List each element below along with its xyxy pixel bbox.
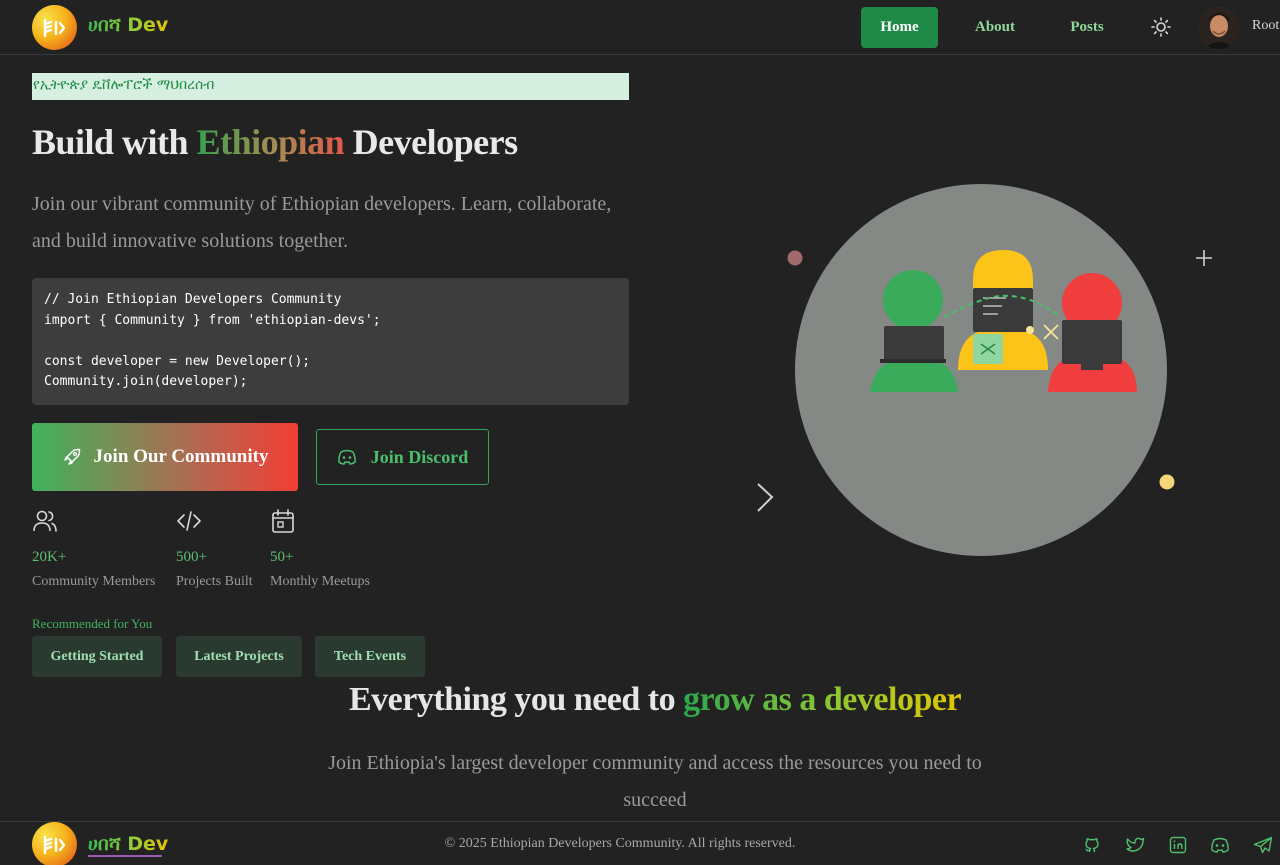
brand-underline (88, 855, 162, 857)
github-link[interactable] (1081, 834, 1103, 856)
node-dot (1026, 326, 1034, 334)
github-icon (1085, 838, 1099, 853)
brand-name[interactable]: ሀበሻ Dev (88, 14, 168, 36)
hero-tagline: የኢትዮጵያ ዴቨሎፐሮች ማህበረሰብ (32, 73, 629, 100)
footer-copyright: © 2025 Ethiopian Developers Community. A… (444, 836, 796, 851)
hero-title-prefix: Build with (32, 122, 197, 162)
logo-icon[interactable] (32, 5, 77, 50)
hero-title-suffix: Developers (344, 122, 518, 162)
features-title-prefix: Everything you need to (348, 681, 684, 718)
top-navbar: ሀበሻ Dev Home About Posts Root (0, 0, 1280, 55)
join-discord-label: Join Discord (370, 446, 469, 467)
discord-icon (1211, 837, 1229, 853)
stat-label: Community Members (32, 574, 156, 589)
linkedin-icon (1169, 836, 1187, 854)
calendar-icon (272, 509, 294, 533)
recommended-getting-started[interactable]: Getting Started (32, 636, 162, 677)
twitter-link[interactable] (1124, 834, 1146, 856)
discord-link[interactable] (1209, 834, 1231, 856)
chevron-right-icon (757, 483, 774, 512)
hero-subtitle: Join our vibrant community of Ethiopian … (32, 193, 612, 252)
sun-icon (1151, 17, 1171, 37)
join-community-label: Join Our Community (93, 446, 269, 467)
stat-members: 20K+ Community Members (32, 508, 155, 589)
stat-value: 20K+ (32, 549, 67, 565)
features-title-highlight: grow as a developer (683, 681, 962, 718)
decor-dot-red (787, 250, 803, 266)
linkedin-link[interactable] (1167, 834, 1189, 856)
stat-value: 50+ (270, 549, 294, 565)
code-line: Community.join(developer); (44, 374, 248, 390)
user-name[interactable]: Root (1252, 18, 1279, 34)
telegram-link[interactable] (1252, 834, 1274, 856)
recommended-latest-projects[interactable]: Latest Projects (176, 636, 302, 677)
code-brackets-icon (43, 18, 65, 37)
join-community-button[interactable]: Join Our Community (32, 423, 298, 491)
code-snippet: // Join Ethiopian Developers Community i… (32, 278, 629, 405)
recommended-tech-events[interactable]: Tech Events (315, 636, 425, 677)
twitter-icon (1126, 837, 1145, 852)
plus-icon (1196, 250, 1212, 266)
hero-title-highlight: Ethiopian (196, 122, 345, 162)
stat-projects: 500+ Projects Built (176, 508, 253, 589)
decor-dot-yellow (1159, 474, 1175, 490)
code-line: // Join Ethiopian Developers Community (44, 292, 342, 307)
theme-toggle-button[interactable] (1148, 14, 1174, 40)
code-icon (177, 511, 201, 531)
footer: ሀበሻ Dev © 2025 Ethiopian Developers Comm… (0, 821, 1280, 865)
stat-label: Monthly Meetups (270, 574, 370, 589)
features-subtitle: Join Ethiopia's largest developer commun… (328, 752, 982, 811)
avatar[interactable] (1198, 7, 1240, 49)
developers-illustration (757, 184, 1212, 556)
hero-title: Build with Ethiopian Developers (32, 121, 518, 163)
stat-value: 500+ (176, 549, 207, 565)
stat-meetups: 50+ Monthly Meetups (270, 508, 370, 589)
features-title: Everything you need to grow as a develop… (0, 681, 1280, 719)
recommended-label: Recommended for You (32, 616, 153, 631)
discord-icon (337, 449, 356, 465)
user-photo (1198, 7, 1240, 49)
users-icon (33, 510, 57, 532)
stat-label: Projects Built (176, 574, 253, 589)
hero-illustration (740, 170, 1240, 570)
rocket-icon (63, 448, 80, 465)
nav-posts[interactable]: Posts (1056, 7, 1118, 48)
join-discord-button[interactable]: Join Discord (316, 429, 489, 485)
nav-home[interactable]: Home (861, 7, 938, 48)
code-line: import { Community } from 'ethiopian-dev… (44, 312, 381, 328)
nav-about[interactable]: About (960, 7, 1030, 48)
telegram-icon (1253, 836, 1273, 854)
code-line: const developer = new Developer(); (44, 353, 311, 369)
